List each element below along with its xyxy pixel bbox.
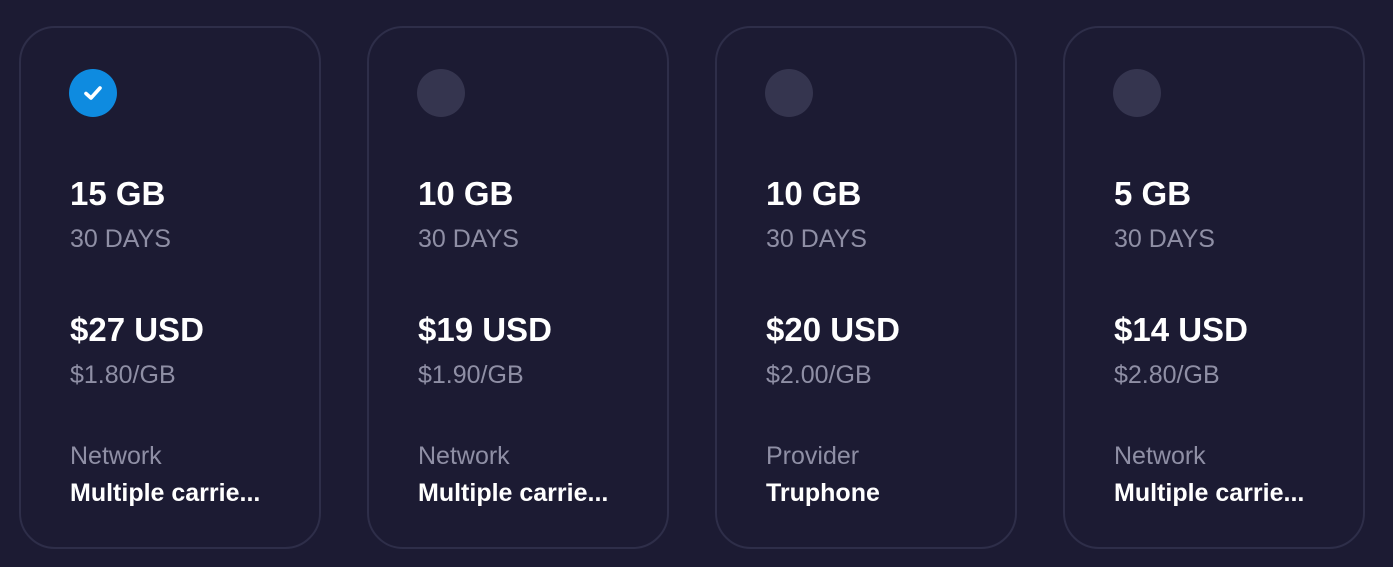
- checkmark-icon: [84, 86, 102, 100]
- plan-list: 15 GB 30 DAYS $27 USD $1.80/GB Network M…: [0, 0, 1393, 567]
- plan-price-per-gb: $2.80/GB: [1114, 361, 1220, 389]
- plan-data-amount: 15 GB: [70, 175, 166, 212]
- plan-duration: 30 DAYS: [418, 225, 519, 253]
- plan-duration: 30 DAYS: [70, 225, 171, 253]
- plan-card-10gb-b[interactable]: 10 GB 30 DAYS $20 USD $2.00/GB Provider …: [715, 26, 1017, 549]
- plan-duration: 30 DAYS: [1114, 225, 1215, 253]
- plan-network-value: Multiple carrie...: [1114, 479, 1305, 507]
- plan-network-label: Network: [418, 442, 510, 470]
- plan-network-value: Multiple carrie...: [418, 479, 609, 507]
- plan-provider-value: Truphone: [766, 479, 880, 507]
- plan-card-15gb[interactable]: 15 GB 30 DAYS $27 USD $1.80/GB Network M…: [19, 26, 321, 549]
- plan-card-10gb-a[interactable]: 10 GB 30 DAYS $19 USD $1.90/GB Network M…: [367, 26, 669, 549]
- plan-price-per-gb: $1.90/GB: [418, 361, 524, 389]
- plan-price-per-gb: $1.80/GB: [70, 361, 176, 389]
- plan-price: $20 USD: [766, 311, 900, 348]
- plan-select-radio[interactable]: [765, 69, 813, 117]
- plan-data-amount: 10 GB: [418, 175, 514, 212]
- plan-price: $14 USD: [1114, 311, 1248, 348]
- plan-select-radio-selected[interactable]: [69, 69, 117, 117]
- plan-select-radio[interactable]: [1113, 69, 1161, 117]
- plan-network-value: Multiple carrie...: [70, 479, 261, 507]
- plan-provider-label: Provider: [766, 442, 860, 470]
- plan-price: $27 USD: [70, 311, 204, 348]
- plan-select-radio[interactable]: [417, 69, 465, 117]
- plan-network-label: Network: [70, 442, 162, 470]
- plan-price: $19 USD: [418, 311, 552, 348]
- plan-data-amount: 10 GB: [766, 175, 862, 212]
- plan-data-amount: 5 GB: [1114, 175, 1192, 212]
- plan-price-per-gb: $2.00/GB: [766, 361, 872, 389]
- plan-card-5gb[interactable]: 5 GB 30 DAYS $14 USD $2.80/GB Network Mu…: [1063, 26, 1365, 549]
- plan-network-label: Network: [1114, 442, 1206, 470]
- plan-duration: 30 DAYS: [766, 225, 867, 253]
